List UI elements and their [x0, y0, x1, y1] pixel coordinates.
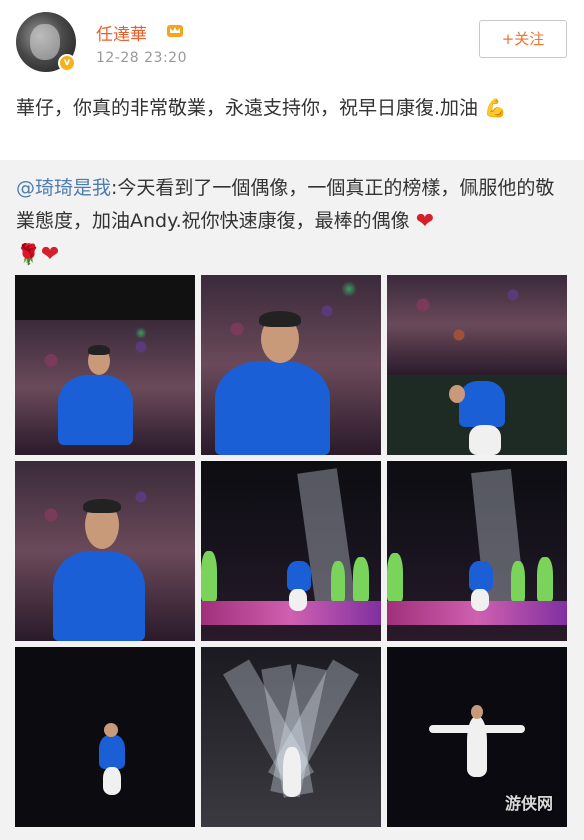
- heart-icon: ❤: [415, 209, 435, 234]
- follow-button[interactable]: +关注: [479, 20, 567, 58]
- heart-icon-2: ❤: [40, 242, 60, 267]
- photo-1[interactable]: [15, 275, 195, 455]
- crown-icon: [167, 25, 183, 37]
- post-time: 12-28 23:20: [96, 50, 187, 66]
- post-text: 華仔，你真的非常敬業，永遠支持你，祝早日康復.加油 💪: [16, 92, 572, 125]
- photo-5[interactable]: [201, 461, 381, 641]
- mention-link[interactable]: @琦琦是我: [16, 177, 111, 199]
- rose-icon: 🌹: [16, 242, 41, 266]
- post-body: 華仔，你真的非常敬業，永遠支持你，祝早日康復.加油: [16, 97, 479, 119]
- photo-8[interactable]: [201, 647, 381, 827]
- watermark-logo: 游侠网: [505, 794, 554, 813]
- post-header: v 任達華 12-28 23:20 +关注: [0, 0, 584, 76]
- photo-3[interactable]: [387, 275, 567, 455]
- username[interactable]: 任達華: [96, 20, 147, 45]
- muscle-emoji-icon: 💪: [484, 97, 507, 119]
- photo-4[interactable]: [15, 461, 195, 641]
- repost-text: @琦琦是我:今天看到了一個偶像，一個真正的榜樣，佩服他的敬業態度，加油Andy.…: [16, 172, 572, 271]
- photo-2[interactable]: [201, 275, 381, 455]
- avatar-face: [30, 24, 60, 60]
- repost-card[interactable]: @琦琦是我:今天看到了一個偶像，一個真正的榜樣，佩服他的敬業態度，加油Andy.…: [0, 160, 584, 840]
- photo-7[interactable]: [15, 647, 195, 827]
- verified-badge-icon: v: [58, 54, 76, 72]
- photo-6[interactable]: [387, 461, 567, 641]
